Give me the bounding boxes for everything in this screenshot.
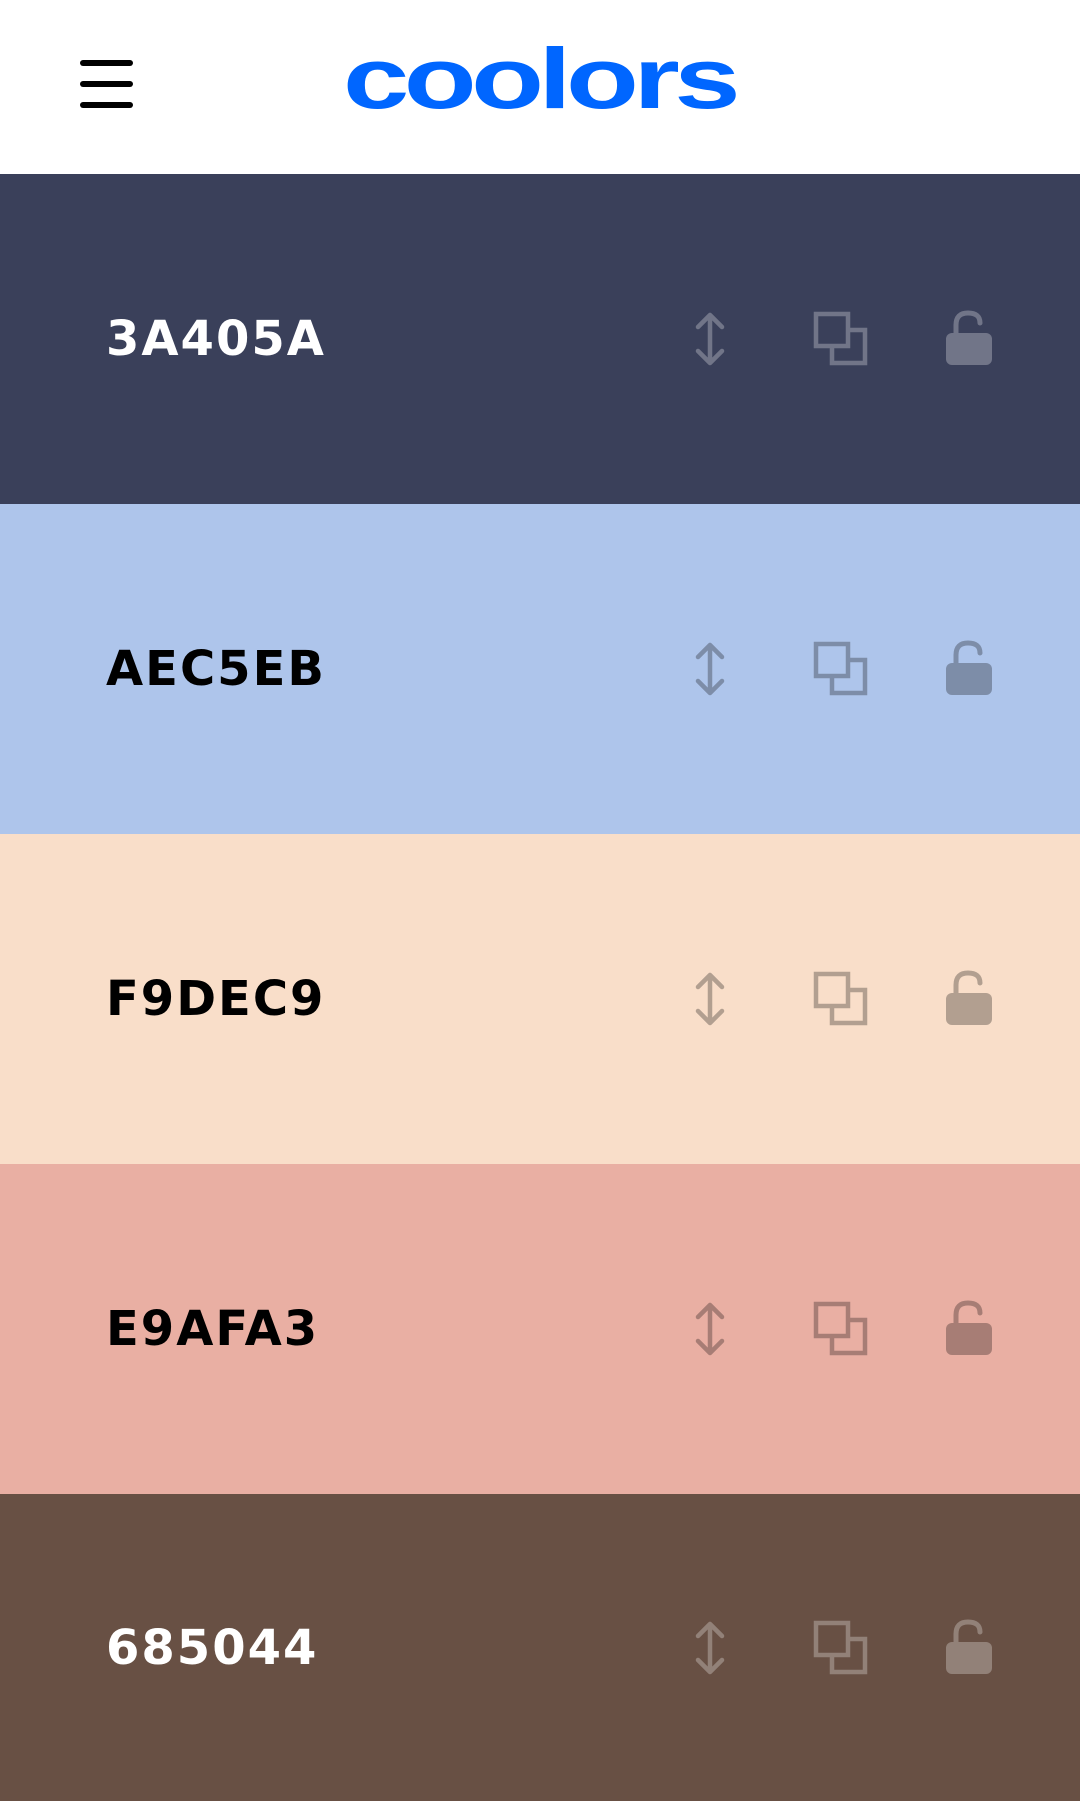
- color-swatch[interactable]: 685044: [0, 1494, 1080, 1801]
- hamburger-menu-icon[interactable]: [78, 58, 136, 110]
- drag-handle-icon[interactable]: [680, 1618, 740, 1678]
- copy-icon[interactable]: [811, 639, 871, 699]
- color-swatch[interactable]: E9AFA3: [0, 1164, 1080, 1494]
- logo-wordmark: coolors: [343, 46, 737, 124]
- logo-text: coolors: [343, 46, 737, 124]
- copy-icon[interactable]: [811, 1618, 871, 1678]
- hex-code-label[interactable]: AEC5EB: [106, 641, 326, 697]
- unlocked-icon[interactable]: [940, 1299, 1000, 1359]
- drag-handle-icon[interactable]: [680, 1299, 740, 1359]
- hex-code-label[interactable]: 3A405A: [106, 311, 326, 367]
- hex-code-label[interactable]: F9DEC9: [106, 971, 325, 1027]
- unlocked-icon[interactable]: [940, 1618, 1000, 1678]
- drag-handle-icon[interactable]: [680, 969, 740, 1029]
- drag-handle-icon[interactable]: [680, 639, 740, 699]
- copy-icon[interactable]: [811, 309, 871, 369]
- color-swatch[interactable]: AEC5EB: [0, 504, 1080, 834]
- app-header: coolors: [0, 0, 1080, 174]
- color-swatch[interactable]: 3A405A: [0, 174, 1080, 504]
- hex-code-label[interactable]: E9AFA3: [106, 1301, 319, 1357]
- copy-icon[interactable]: [811, 969, 871, 1029]
- unlocked-icon[interactable]: [940, 309, 1000, 369]
- unlocked-icon[interactable]: [940, 969, 1000, 1029]
- palette-swatches: 3A405A AEC5EB F9DEC9 E9AFA3 685044: [0, 174, 1080, 1801]
- unlocked-icon[interactable]: [940, 639, 1000, 699]
- copy-icon[interactable]: [811, 1299, 871, 1359]
- hex-code-label[interactable]: 685044: [106, 1620, 318, 1676]
- drag-handle-icon[interactable]: [680, 309, 740, 369]
- coolors-logo[interactable]: coolors: [343, 46, 737, 124]
- color-swatch[interactable]: F9DEC9: [0, 834, 1080, 1164]
